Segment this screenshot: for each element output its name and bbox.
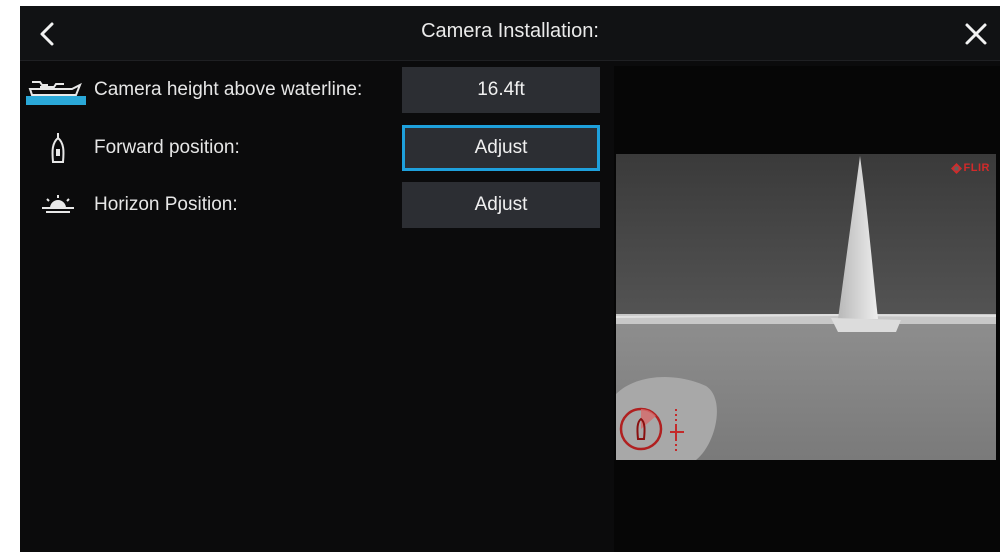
flir-logo: FLIR (950, 162, 990, 174)
setting-label: Forward position: (94, 137, 240, 158)
setting-row-camera-height: Camera height above waterline: 16.4ft (20, 67, 610, 113)
forward-position-adjust-button[interactable]: Adjust (402, 125, 600, 171)
camera-height-button[interactable]: 16.4ft (402, 67, 600, 113)
close-button[interactable] (956, 14, 996, 54)
camera-preview-panel: FLIR (614, 66, 1000, 552)
setting-row-forward-position: Forward position: Adjust (20, 125, 610, 171)
setting-label: Camera height above waterline: (94, 79, 363, 100)
horizon-sun-icon (26, 188, 86, 222)
title-bar: Camera Installation: (20, 6, 1000, 61)
flir-logo-icon (950, 162, 962, 174)
setting-row-horizon-position: Horizon Position: Adjust (20, 182, 610, 228)
close-icon (965, 23, 987, 45)
boat-waterline-icon (26, 73, 86, 107)
setting-label: Horizon Position: (94, 194, 238, 215)
horizon-position-adjust-button[interactable]: Adjust (402, 182, 600, 228)
page-title: Camera Installation: (421, 20, 599, 42)
thermal-camera-feed[interactable]: FLIR (616, 154, 996, 460)
camera-installation-screen: Camera Installation: Camera height above… (20, 6, 1000, 552)
boat-forward-icon (26, 131, 86, 165)
